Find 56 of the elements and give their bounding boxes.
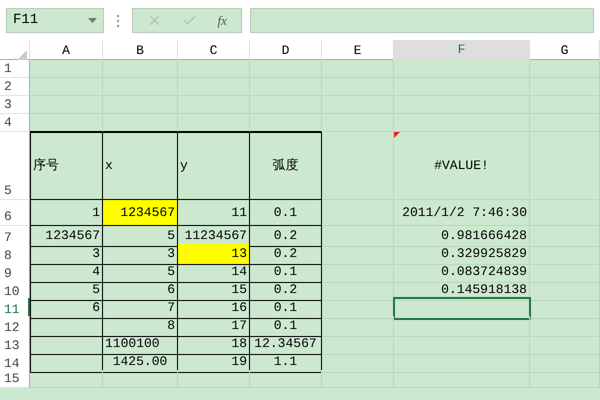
- table-cell[interactable]: 7: [103, 298, 178, 318]
- row-header[interactable]: 5: [0, 132, 30, 200]
- table-cell[interactable]: 13: [178, 244, 250, 264]
- table-cell[interactable]: 1234567: [30, 226, 103, 246]
- active-cell[interactable]: [394, 298, 530, 318]
- row-header[interactable]: 15: [0, 370, 30, 388]
- row-header[interactable]: 6: [0, 200, 30, 226]
- table-cell[interactable]: 15: [178, 280, 250, 300]
- table-cell[interactable]: 5: [103, 262, 178, 282]
- formula-input-field[interactable]: [250, 8, 594, 33]
- table-cell[interactable]: 12.34567: [250, 334, 322, 354]
- table-cell[interactable]: 6: [30, 298, 103, 318]
- table-cell[interactable]: 16: [178, 298, 250, 318]
- table-cell[interactable]: 18: [178, 334, 250, 354]
- row-header[interactable]: 2: [0, 78, 30, 96]
- row-header[interactable]: 4: [0, 114, 30, 132]
- table-cell[interactable]: 4: [30, 262, 103, 282]
- table-cell[interactable]: 弧度: [250, 132, 322, 200]
- table-cell[interactable]: [30, 352, 103, 372]
- table-cell[interactable]: 0.2: [250, 226, 322, 246]
- table-cell[interactable]: 1.1: [250, 352, 322, 372]
- column-header[interactable]: F: [394, 40, 530, 62]
- table-cell[interactable]: 3: [30, 244, 103, 264]
- table-cell[interactable]: 5: [103, 226, 178, 246]
- table-cell[interactable]: 2011/1/2 7:46:30: [394, 200, 530, 226]
- table-cell[interactable]: 0.083724839: [394, 262, 530, 282]
- table-cell[interactable]: 11: [178, 200, 250, 226]
- table-cell[interactable]: 1234567: [103, 200, 178, 226]
- table-cell[interactable]: 1425.00: [103, 352, 178, 372]
- table-cell[interactable]: [30, 334, 103, 354]
- table-cell[interactable]: 0.145918138: [394, 280, 530, 300]
- table-cell[interactable]: [30, 316, 103, 336]
- table-cell[interactable]: #VALUE!: [394, 132, 530, 200]
- table-cell[interactable]: 0.1: [250, 200, 322, 226]
- insert-function-button[interactable]: fx: [218, 10, 227, 30]
- table-cell[interactable]: 17: [178, 316, 250, 336]
- table-cell[interactable]: 8: [103, 316, 178, 336]
- table-cell[interactable]: 6: [103, 280, 178, 300]
- table-cell[interactable]: 14: [178, 262, 250, 282]
- table-cell[interactable]: 序号: [30, 132, 103, 200]
- row-header[interactable]: 3: [0, 96, 30, 114]
- table-cell[interactable]: 0.1: [250, 316, 322, 336]
- table-cell[interactable]: 0.2: [250, 244, 322, 264]
- row-header[interactable]: 1: [0, 60, 30, 78]
- name-box[interactable]: F11: [6, 8, 104, 33]
- table-cell[interactable]: 5: [30, 280, 103, 300]
- table-cell[interactable]: 0.1: [250, 298, 322, 318]
- table-cell[interactable]: 0.1: [250, 262, 322, 282]
- table-cell[interactable]: 0.981666428: [394, 226, 530, 246]
- dropdown-arrow-icon: [88, 18, 97, 23]
- more-options-icon[interactable]: [116, 14, 120, 28]
- table-cell[interactable]: 0.329925829: [394, 244, 530, 264]
- table-cell[interactable]: y: [178, 132, 250, 200]
- table-cell[interactable]: 19: [178, 352, 250, 372]
- table-cell[interactable]: 1100100: [103, 334, 178, 354]
- table-cell[interactable]: 0.2: [250, 280, 322, 300]
